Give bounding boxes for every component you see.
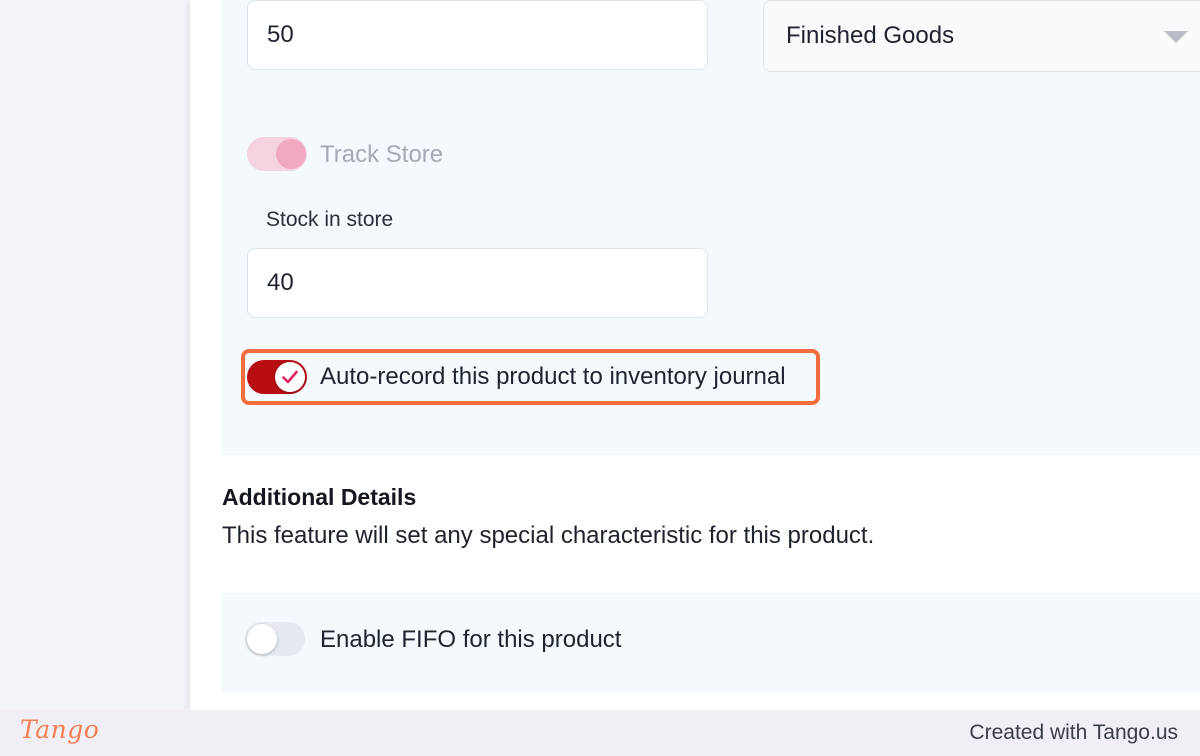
auto-record-toggle[interactable]: [247, 360, 307, 394]
left-gutter: [0, 0, 190, 710]
quantity-value: 50: [267, 21, 294, 48]
track-store-toggle[interactable]: [247, 137, 307, 171]
stock-in-store-value: 40: [267, 269, 294, 296]
tango-logo: Tango: [20, 715, 100, 744]
auto-record-label: Auto-record this product to inventory jo…: [320, 363, 786, 390]
toggle-knob: [276, 139, 306, 169]
stock-in-store-label: Stock in store: [266, 208, 394, 231]
stock-in-store-input[interactable]: 40: [247, 248, 708, 318]
fifo-toggle[interactable]: [245, 622, 305, 656]
quantity-input[interactable]: 50: [247, 0, 708, 70]
category-select-value: Finished Goods: [786, 22, 955, 49]
toggle-knob: [247, 624, 277, 654]
tango-footer: Tango Created with Tango.us: [0, 710, 1200, 756]
additional-details-title: Additional Details: [222, 484, 417, 510]
additional-details-description: This feature will set any special charac…: [222, 522, 875, 549]
category-select[interactable]: Finished Goods: [763, 0, 1200, 72]
chevron-down-icon: [1164, 31, 1188, 43]
track-store-label: Track Store: [320, 141, 444, 168]
fifo-label: Enable FIFO for this product: [320, 626, 622, 653]
footer-credit: Created with Tango.us: [969, 721, 1178, 744]
toggle-knob: [275, 362, 305, 392]
check-icon: [282, 370, 298, 384]
